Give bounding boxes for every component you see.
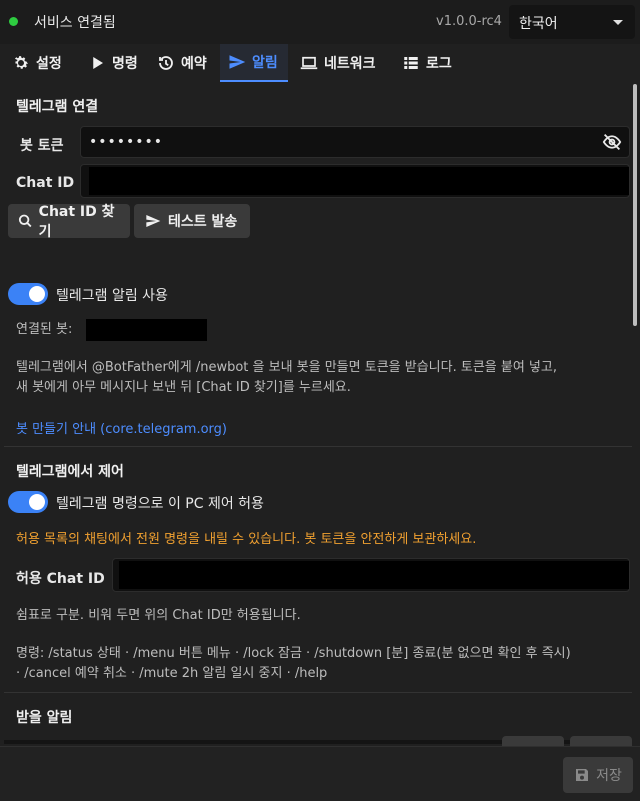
control-section-title: 텔레그램에서 제어 [16,464,124,480]
tab-notifications[interactable]: 알림 [220,44,288,82]
allow-control-toggle[interactable] [8,491,48,513]
bot-token-label: 봇 토큰 [20,138,64,154]
bot-token-input[interactable]: •••••••• [80,126,630,158]
tab-logs[interactable]: 로그 [402,44,452,82]
status-dot-icon [9,17,18,26]
allow-control-label: 텔레그램 명령으로 이 PC 제어 허용 [56,496,264,512]
tab-commands-label: 명령 [112,56,138,72]
laptop-icon [300,56,318,70]
bot-token-value: •••••••• [89,134,164,150]
save-label: 저장 [596,768,622,784]
send-icon [146,215,161,227]
redacted-chat-id [89,167,629,195]
tab-logs-label: 로그 [426,56,452,72]
search-icon [18,214,32,228]
language-value: 한국어 [519,16,558,32]
redacted-allowed-chat-id [119,561,629,589]
comma-help-text: 쉼표로 구분. 비워 두면 위의 Chat ID만 허용됩니다. [16,608,301,623]
save-button[interactable]: 저장 [563,757,633,793]
caret-down-icon [613,20,623,25]
chat-id-label: Chat ID [16,175,75,191]
tab-bar: 설정 명령 예약 알림 네트워크 로그 [0,44,640,82]
history-icon [159,56,173,70]
allowed-chat-id-label: 허용 Chat ID [16,571,105,587]
allowed-chat-id-input[interactable] [112,558,630,592]
notifications-panel: 텔레그램 연결 봇 토큰 •••••••• Chat ID Chat ID 찾기… [4,84,632,746]
telegram-section-title: 텔레그램 연결 [16,99,99,115]
list-icon [404,57,418,69]
send-icon [229,55,246,69]
redacted-bot-name [86,319,207,341]
telegram-notify-toggle[interactable] [8,283,48,305]
tab-notifications-label: 알림 [252,55,278,71]
tab-network-label: 네트워크 [324,56,376,72]
telegram-notify-label: 텔레그램 알림 사용 [56,288,168,304]
control-warning-text: 허용 목록의 채팅에서 전원 명령을 내릴 수 있습니다. 봇 토큰을 안전하게… [16,532,477,547]
vertical-scrollbar-thumb[interactable] [633,84,637,326]
partial-button[interactable] [570,736,632,746]
bot-guide-link[interactable]: 봇 만들기 안내 (core.telegram.org) [16,418,227,437]
find-chat-id-label: Chat ID 찾기 [38,204,115,240]
help-text-line-1: 텔레그램에서 @BotFather에게 /newbot 을 보내 봇을 만들면 … [16,360,557,375]
tab-settings-label: 설정 [36,56,62,72]
find-chat-id-button[interactable]: Chat ID 찾기 [8,204,130,240]
chat-id-input[interactable] [80,164,630,198]
connected-bot-label: 연결된 봇: [16,322,73,337]
language-select[interactable]: 한국어 [509,5,635,39]
eye-off-icon[interactable] [602,133,622,151]
tab-commands[interactable]: 명령 [88,44,138,82]
tab-network[interactable]: 네트워크 [300,44,376,82]
section-divider [4,446,632,447]
partial-button[interactable] [502,736,564,746]
version-label: v1.0.0-rc4 [436,14,502,29]
commands-line-1: 명령: /status 상태 · /menu 버튼 메뉴 · /lock 잠금 … [16,646,571,661]
tab-schedule[interactable]: 예약 [157,44,207,82]
toggle-knob [29,494,45,510]
help-text-line-2: 새 봇에게 아무 메시지나 보낸 뒤 [Chat ID 찾기]를 누르세요. [16,380,351,395]
test-send-button[interactable]: 테스트 발송 [134,204,250,238]
tab-settings[interactable]: 설정 [12,44,62,82]
top-bar: 서비스 연결됨 v1.0.0-rc4 한국어 [0,0,640,44]
play-icon [93,57,103,69]
commands-line-2: · /cancel 예약 취소 · /mute 2h 알림 일시 중지 · /h… [16,666,328,681]
gear-icon [14,56,29,69]
test-send-label: 테스트 발송 [168,214,238,230]
section-divider [4,692,632,693]
tab-schedule-label: 예약 [181,56,207,72]
toggle-knob [29,286,45,302]
service-status-text: 서비스 연결됨 [34,15,116,31]
save-icon [576,769,589,781]
footer-bar [0,746,640,801]
receive-section-title: 받을 알림 [16,710,73,726]
